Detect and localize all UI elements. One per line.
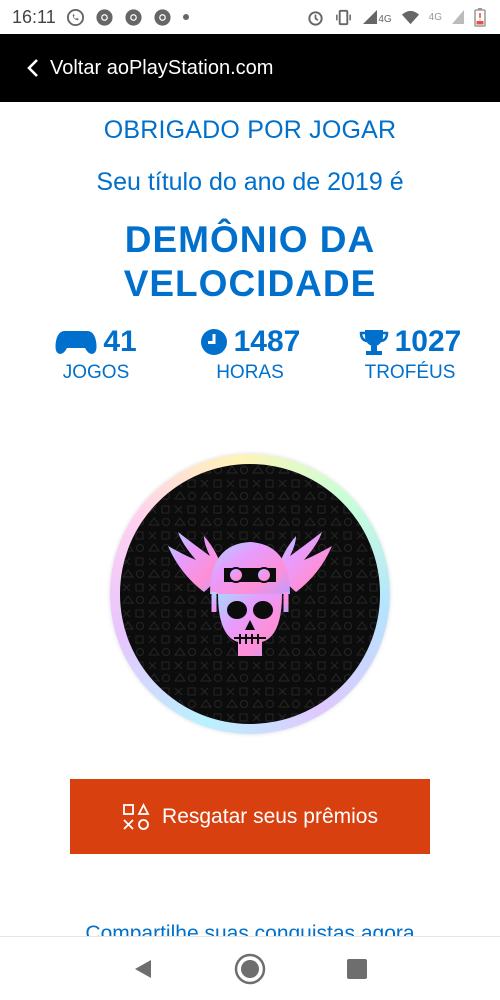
games-count: 41 [103, 325, 137, 358]
signal-lte-icon: 4G [362, 9, 392, 25]
share-achievements-link[interactable]: Compartilhe suas conquistas agora [0, 922, 500, 936]
status-bar: 16:11 4G 4G [0, 0, 500, 34]
back-triangle-icon [135, 959, 152, 978]
gamepad-icon [55, 331, 97, 354]
games-label: JOGOS [62, 362, 130, 383]
title-emblem [110, 454, 390, 734]
system-nav-bar [0, 936, 500, 1000]
stat-trophies: 1027 TROFÉUS [330, 324, 490, 384]
whatsapp-icon [66, 8, 84, 26]
playstation-shapes-icon [123, 802, 150, 830]
recents-square-icon [346, 958, 367, 979]
trophy-icon [359, 330, 388, 355]
emblem-background [120, 464, 380, 724]
signal-strength-2-icon [452, 10, 464, 24]
wrapup-content: OBRIGADO POR JOGAR Seu título do ano de … [0, 102, 500, 936]
player-title-text: DEMÔNIO DA VELOCIDADE [123, 219, 377, 304]
status-time: 16:11 [12, 6, 56, 27]
chevron-left-icon[interactable] [26, 58, 40, 78]
notification-dot-icon [182, 14, 189, 20]
status-left: 16:11 [12, 7, 190, 28]
hours-label: HORAS [216, 362, 284, 383]
vibrate-icon [336, 9, 352, 25]
chrome-icon [96, 8, 113, 26]
player-title: DEMÔNIO DA VELOCIDADE [0, 218, 500, 306]
back-to-playstation-link[interactable]: Voltar aoPlayStation.com [50, 57, 273, 80]
chrome-icon [154, 8, 171, 26]
trophies-label: TROFÉUS [364, 362, 456, 383]
trophies-count: 1027 [394, 325, 462, 358]
chrome-icon [125, 8, 142, 26]
thanks-heading: OBRIGADO POR JOGAR [103, 116, 397, 144]
signal-strength-icon [363, 10, 378, 24]
home-circle-icon [234, 953, 266, 984]
alarm-icon [308, 10, 323, 26]
hours-count: 1487 [233, 325, 301, 358]
system-back-button[interactable] [123, 949, 163, 989]
redeem-rewards-label: Resgatar seus prêmios [162, 804, 378, 828]
network-type-label-2: 4G [428, 11, 442, 23]
redeem-rewards-button[interactable]: Resgatar seus prêmios [70, 779, 430, 854]
network-type-label: 4G [378, 14, 392, 25]
stat-hours: 1487 HORAS [170, 324, 330, 384]
title-of-year-text: Seu título do ano de 2019 é [96, 168, 404, 196]
stat-games: 41 JOGOS [16, 324, 176, 384]
status-right: 4G 4G [306, 7, 486, 27]
system-recents-button[interactable] [337, 949, 377, 989]
wifi-icon [401, 10, 419, 24]
system-home-button[interactable] [230, 949, 270, 989]
stats-row: 41 JOGOS 1487 HORAS 1027 TROFÉUS [0, 324, 500, 394]
clock-icon [200, 329, 227, 355]
top-nav-bar: Voltar aoPlayStation.com [0, 34, 500, 102]
winged-skull-helmet-icon [120, 464, 380, 724]
battery-low-icon [474, 8, 486, 27]
